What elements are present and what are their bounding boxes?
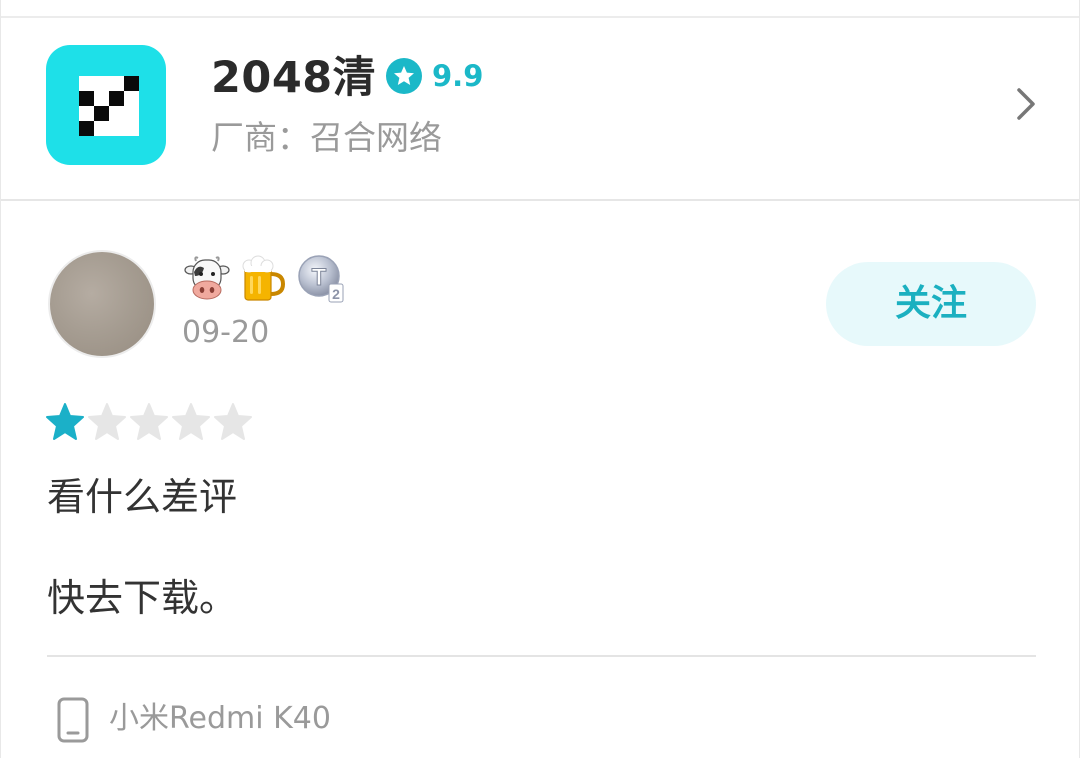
device-name: 小米Redmi K40: [109, 701, 331, 736]
app-rating-score: 9.9: [432, 59, 484, 93]
svg-text:T: T: [312, 264, 327, 291]
app-icon[interactable]: [46, 45, 166, 165]
t2-level-badge: T 2: [298, 255, 344, 303]
app-name[interactable]: 2048清: [211, 54, 376, 102]
avatar[interactable]: [48, 250, 156, 358]
divider: [47, 655, 1036, 657]
star-empty-icon: [88, 403, 126, 440]
svg-text:2: 2: [332, 286, 340, 302]
chevron-right-icon[interactable]: [1011, 86, 1041, 122]
app-vendor: 厂商：召合网络: [211, 118, 442, 157]
app-card[interactable]: 2048清 9.9 厂商：召合网络: [1, 18, 1079, 201]
star-filled-icon: [46, 403, 84, 440]
phone-icon: [57, 697, 89, 743]
review-text-line: 看什么差评: [47, 475, 238, 519]
star-empty-icon: [130, 403, 168, 440]
previous-item-edge: [1, 0, 1079, 18]
star-rating-icon: [386, 58, 422, 94]
beer-icon: [242, 255, 286, 301]
star-empty-icon: [214, 403, 252, 440]
cow-icon: [184, 256, 230, 300]
review-date: 09-20: [182, 315, 270, 350]
review-text-line: 快去下载。: [47, 576, 238, 620]
follow-button[interactable]: 关注: [826, 262, 1036, 346]
2048-grid-icon: [79, 76, 139, 136]
star-empty-icon: [172, 403, 210, 440]
review-page: 2048清 9.9 厂商：召合网络 T 2 09-20 关注 看什么差评 快去下…: [0, 0, 1080, 758]
